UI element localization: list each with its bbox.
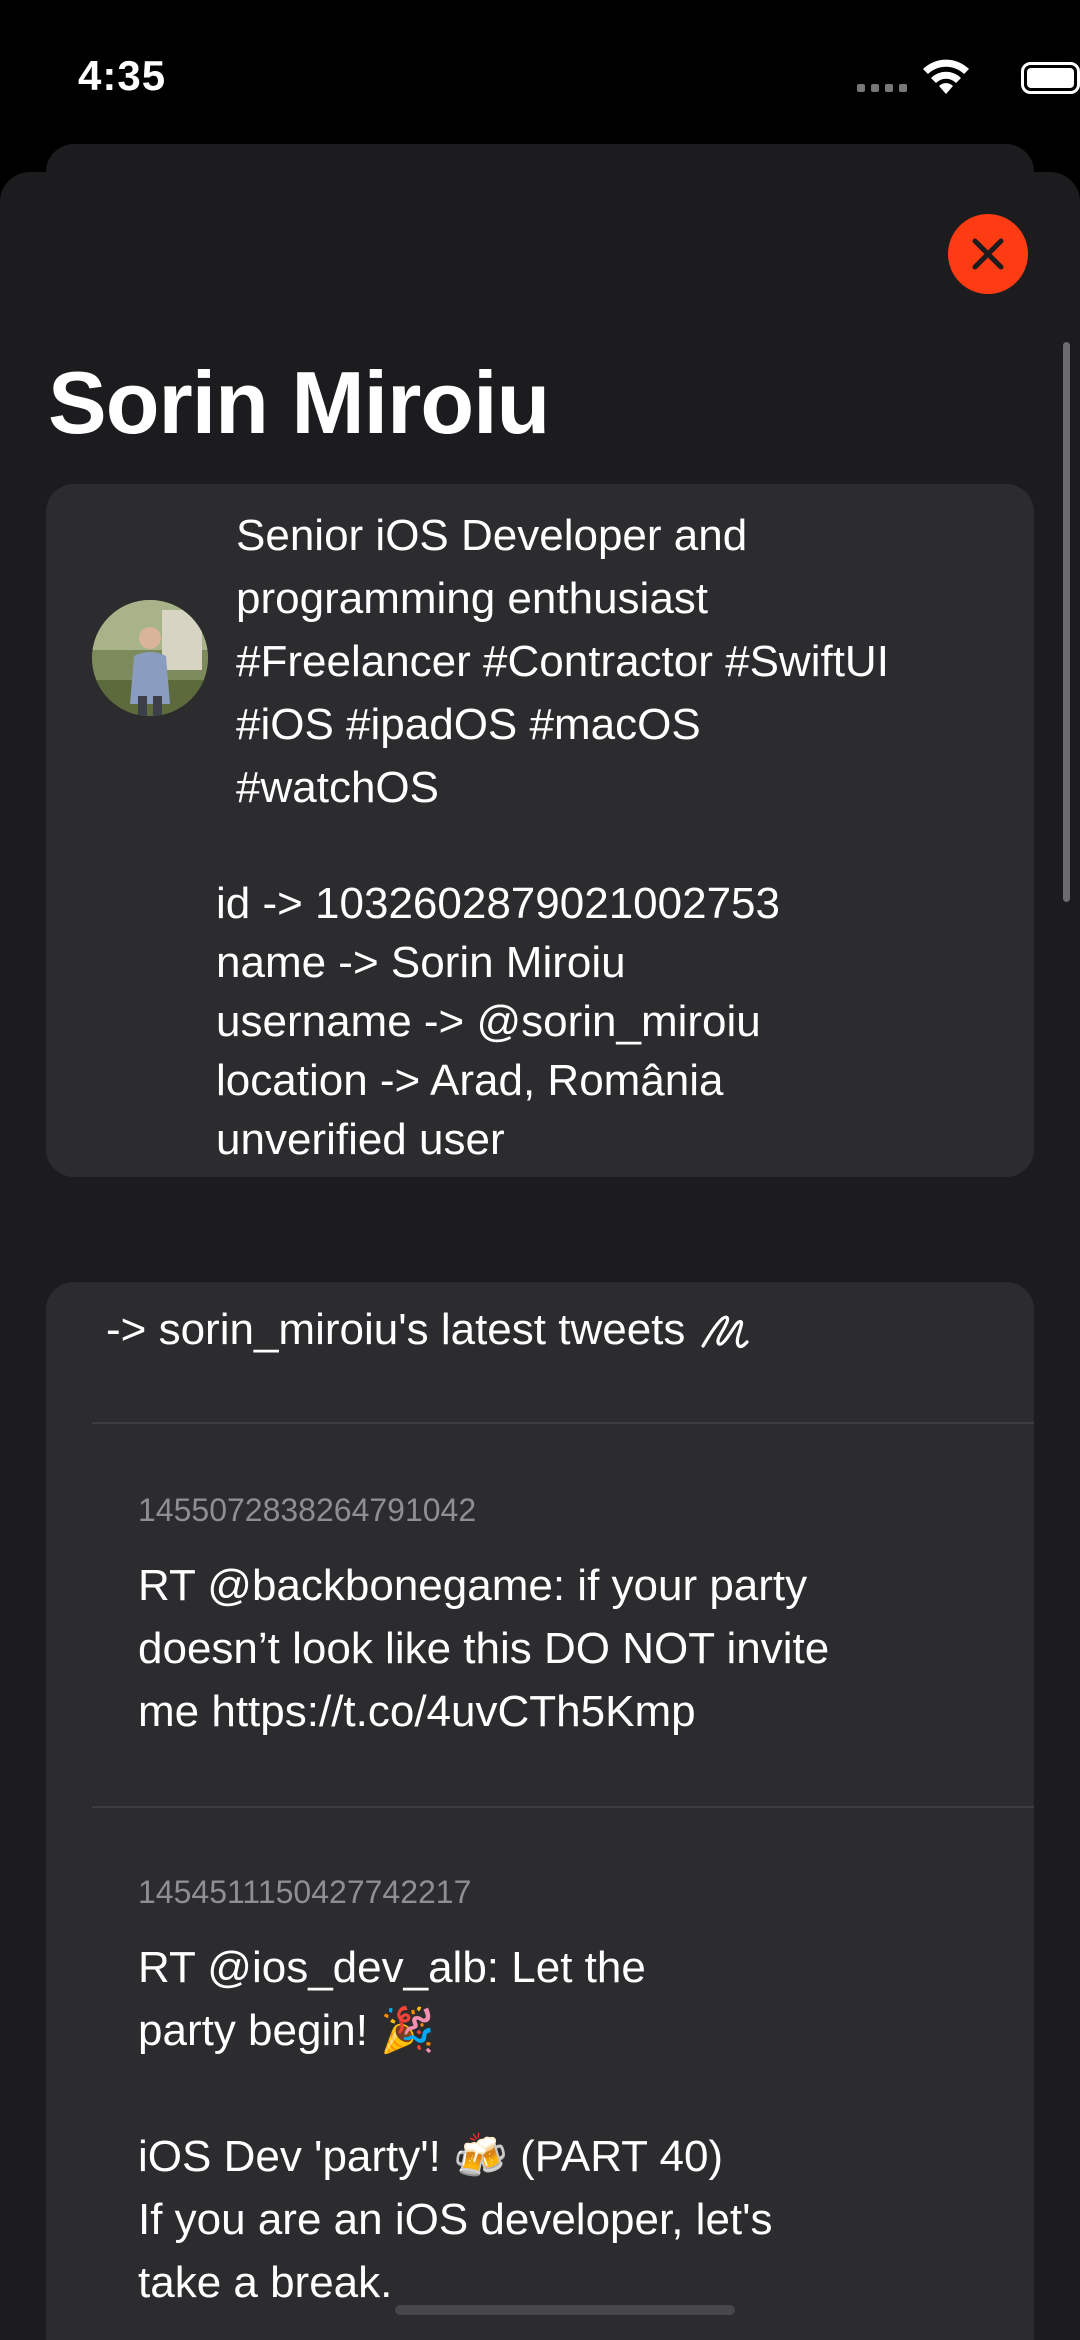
tweet-id: 1454511150427742217	[138, 1874, 472, 1910]
close-button[interactable]	[948, 214, 1028, 294]
tweets-header: -> sorin_miroiu's latest tweets	[106, 1300, 749, 1360]
home-indicator[interactable]	[395, 2305, 735, 2315]
tweet-item[interactable]: 1454511150427742217 RT @ios_dev_alb: Let…	[138, 1870, 988, 2314]
status-bar: 4:35	[0, 0, 1080, 150]
avatar	[92, 600, 208, 716]
tweet-item[interactable]: 1455072838264791042 RT @backbonegame: if…	[138, 1488, 988, 1743]
bio-line: programming enthusiast	[236, 574, 709, 623]
bio-line: #iOS #ipadOS #macOS	[236, 700, 701, 749]
tweet-line: party begin! 🎉	[138, 2006, 435, 2055]
tweets-card: -> sorin_miroiu's latest tweets 14550728…	[46, 1282, 1034, 2340]
detail-location: location -> Arad, România	[216, 1056, 724, 1105]
detail-verification: unverified user	[216, 1115, 505, 1164]
tweet-text: RT @backbonegame: if your party doesn’t …	[138, 1554, 988, 1743]
wifi-icon	[923, 59, 969, 94]
bio-line: #watchOS	[236, 763, 439, 812]
detail-id: id -> 1032602879021002753	[216, 879, 780, 928]
scroll-indicator[interactable]	[1063, 342, 1070, 902]
profile-card: Senior iOS Developer and programming ent…	[46, 484, 1034, 1177]
status-time: 4:35	[78, 52, 167, 99]
tweet-line: If you are an iOS developer, let's	[138, 2195, 773, 2244]
page-title: Sorin Miroiu	[48, 353, 550, 452]
screen: 4:35 Sorin Miroiu Senior iOS Developer a…	[0, 0, 1080, 2340]
detail-username: username -> @sorin_miroiu	[216, 997, 761, 1046]
divider	[92, 1422, 1034, 1424]
scribble-icon	[701, 1315, 749, 1349]
detail-name: name -> Sorin Miroiu	[216, 938, 626, 987]
tweet-line: me https://t.co/4uvCTh5Kmp	[138, 1687, 696, 1736]
cellular-signal-icon	[857, 84, 907, 92]
profile-sheet: Sorin Miroiu Senior iOS Developer and pr…	[0, 172, 1080, 2340]
battery-icon	[1021, 62, 1080, 94]
profile-bio: Senior iOS Developer and programming ent…	[236, 504, 1006, 819]
profile-details: id -> 1032602879021002753 name -> Sorin …	[216, 874, 1006, 1169]
bio-line: Senior iOS Developer and	[236, 511, 748, 560]
close-icon	[972, 238, 1004, 270]
tweet-line: RT @backbonegame: if your party	[138, 1561, 808, 1610]
tweet-id: 1455072838264791042	[138, 1492, 477, 1528]
tweets-header-label: -> sorin_miroiu's latest tweets	[106, 1305, 686, 1354]
bio-line: #Freelancer #Contractor #SwiftUI	[236, 637, 889, 686]
tweet-line: RT @ios_dev_alb: Let the	[138, 1943, 646, 1992]
tweet-line: iOS Dev 'party'! 🍻 (PART 40)	[138, 2132, 724, 2181]
divider	[92, 1806, 1034, 1808]
tweet-line	[138, 2062, 988, 2125]
tweet-text: RT @ios_dev_alb: Let the party begin! 🎉 …	[138, 1936, 988, 2314]
tweet-line: doesn’t look like this DO NOT invite	[138, 1624, 830, 1673]
